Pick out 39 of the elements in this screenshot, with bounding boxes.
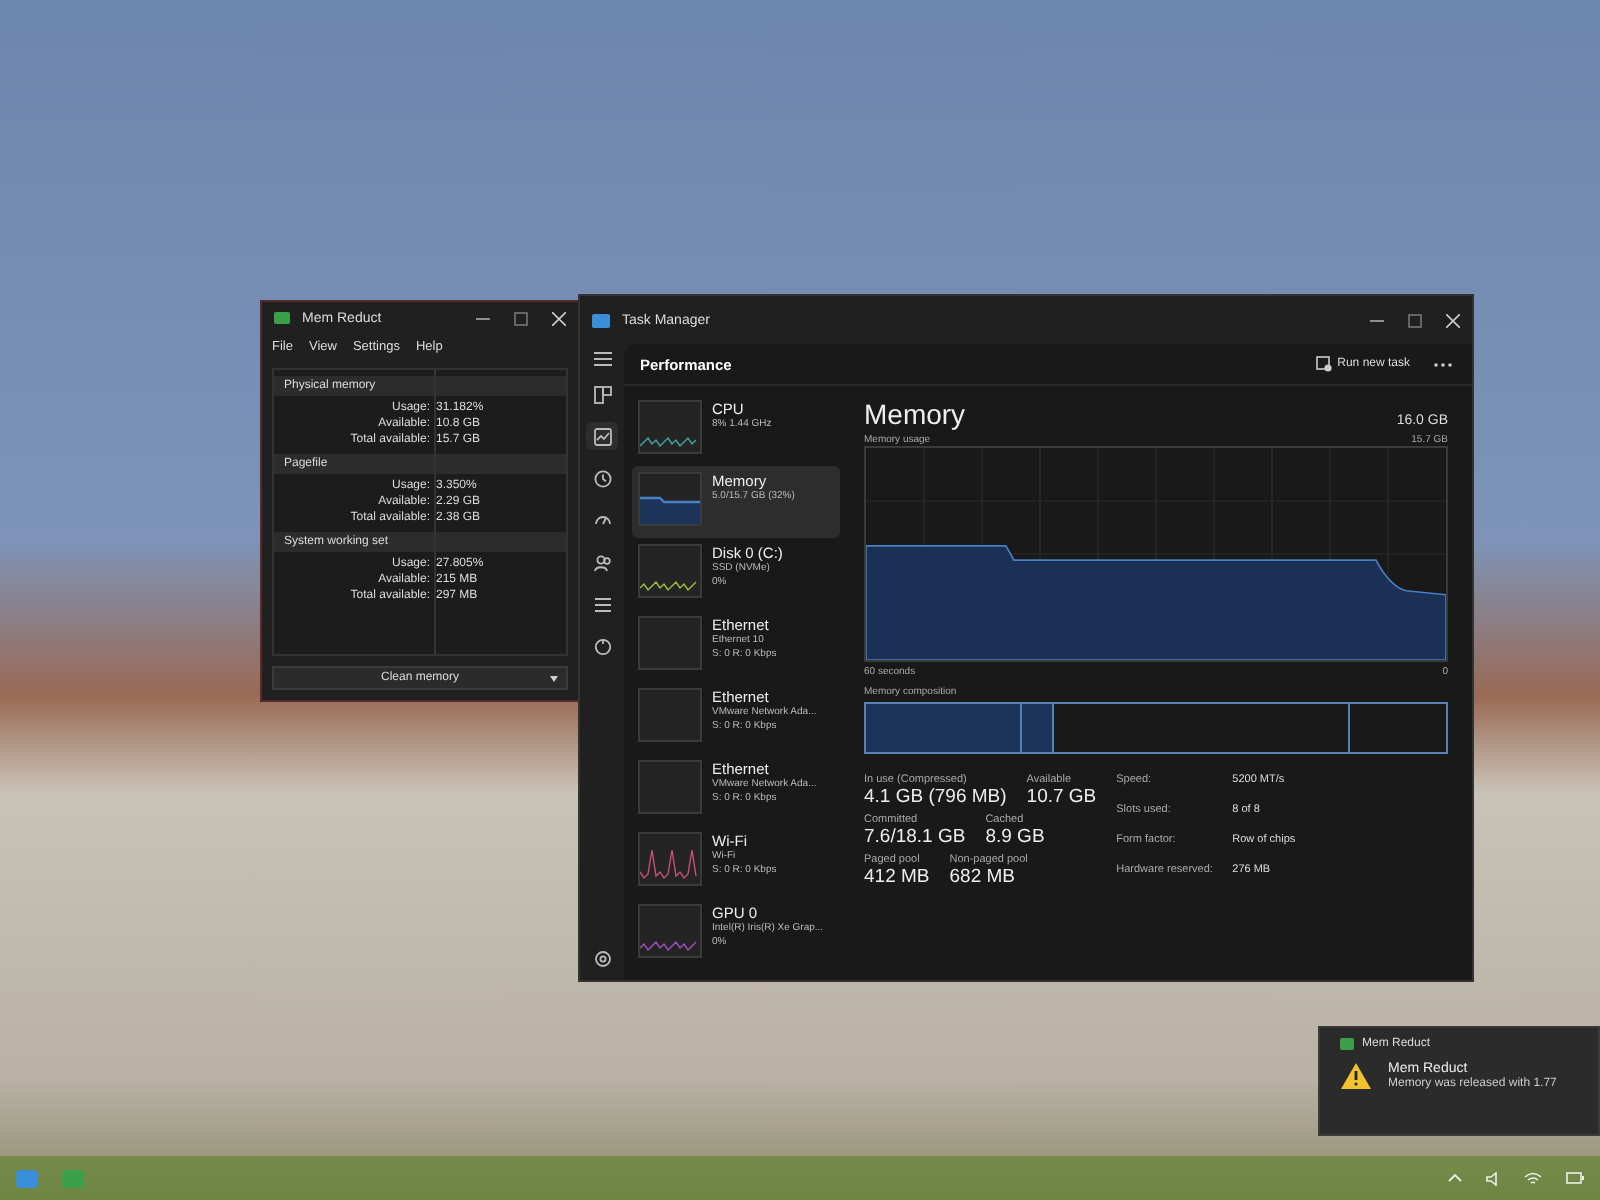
close-icon[interactable] bbox=[552, 311, 566, 325]
detail-title: Memory bbox=[864, 398, 966, 430]
sparkline-graph bbox=[638, 904, 702, 958]
caret-icon[interactable] bbox=[550, 676, 558, 682]
app-icon bbox=[274, 312, 290, 324]
stat-value: 7.6/18.1 GB bbox=[864, 826, 966, 848]
wifi-icon[interactable] bbox=[1524, 1171, 1542, 1185]
sparkline-graph bbox=[638, 832, 702, 886]
app-icon bbox=[1340, 1038, 1354, 1050]
nav-tab[interactable] bbox=[586, 422, 618, 450]
stat-value: 4.1 GB (796 MB) bbox=[864, 786, 1007, 808]
stat-value: 10.7 GB bbox=[1026, 786, 1097, 808]
stat-value: 412 MB bbox=[864, 866, 930, 888]
maximize-icon[interactable] bbox=[1408, 313, 1422, 327]
history-icon bbox=[593, 469, 611, 487]
app-icon bbox=[592, 313, 610, 327]
sparkline-graph bbox=[638, 760, 702, 814]
users-icon bbox=[593, 553, 611, 571]
new-task-icon[interactable] bbox=[1315, 356, 1332, 372]
stat-value: 682 MB bbox=[949, 866, 1017, 888]
list-icon bbox=[593, 595, 611, 613]
grid-icon bbox=[593, 385, 611, 403]
gauge-icon bbox=[593, 511, 611, 529]
sparkline-graph bbox=[638, 688, 702, 742]
warning-icon bbox=[1340, 1062, 1372, 1090]
sparkline-graph bbox=[638, 616, 702, 670]
menu-icon[interactable] bbox=[593, 352, 611, 366]
sparkline-graph bbox=[638, 400, 702, 454]
close-icon[interactable] bbox=[1446, 313, 1460, 327]
speaker-icon[interactable] bbox=[1486, 1171, 1500, 1185]
sparkline-graph bbox=[638, 544, 702, 598]
settings-icon[interactable] bbox=[593, 950, 611, 968]
more-icon[interactable] bbox=[1434, 362, 1452, 368]
chevron-up-icon[interactable] bbox=[1448, 1174, 1462, 1182]
performance-icon bbox=[593, 427, 611, 445]
sparkline-graph bbox=[638, 472, 702, 526]
maximize-icon[interactable] bbox=[514, 311, 528, 325]
battery-icon[interactable] bbox=[1566, 1172, 1584, 1184]
stat-value: 8.9 GB bbox=[985, 826, 1045, 848]
